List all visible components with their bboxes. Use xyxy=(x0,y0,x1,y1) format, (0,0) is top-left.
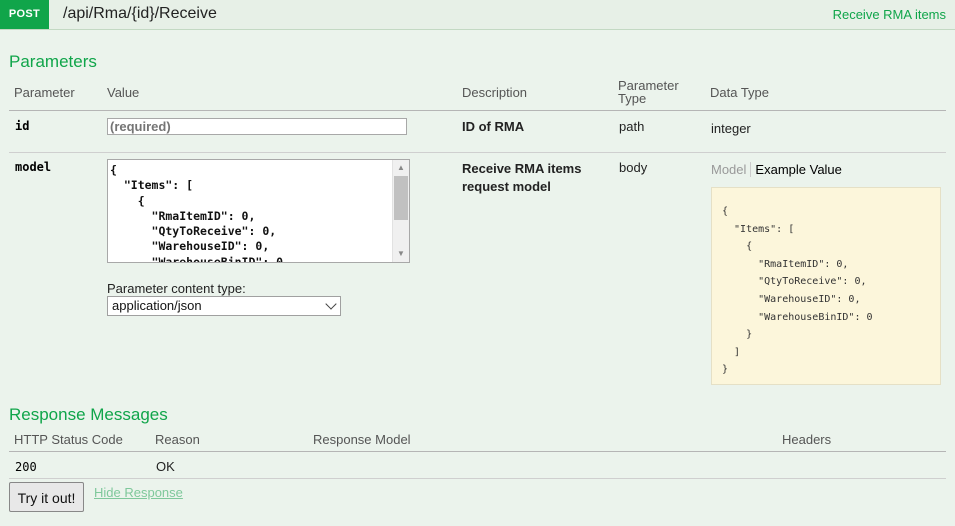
parameters-title: Parameters xyxy=(9,52,97,71)
response-status-code: 200 xyxy=(15,460,37,474)
chevron-down-icon xyxy=(325,298,337,310)
scrollbar-thumb[interactable] xyxy=(394,176,408,220)
operation-header[interactable]: POST /api/Rma/{id}/Receive Receive RMA i… xyxy=(0,0,955,30)
col-response-model: Response Model xyxy=(313,432,411,447)
scroll-up-arrow-icon[interactable]: ▲ xyxy=(393,160,409,176)
try-it-out-button[interactable]: Try it out! xyxy=(9,482,84,512)
tab-model[interactable]: Model xyxy=(711,162,746,177)
col-data-type: Data Type xyxy=(710,85,770,100)
operation-summary-link[interactable]: Receive RMA items xyxy=(833,7,946,22)
param-description-id: ID of RMA xyxy=(462,119,525,134)
param-type-id: path xyxy=(619,119,645,134)
header-divider xyxy=(9,110,946,111)
scroll-down-arrow-icon[interactable]: ▼ xyxy=(393,246,409,262)
hide-response-link[interactable]: Hide Response xyxy=(94,485,183,500)
model-body-text[interactable]: { "Items": [ { "RmaItemID": 0, "QtyToRec… xyxy=(108,160,409,262)
http-method-badge: POST xyxy=(0,0,49,29)
model-signature-tabs: Model Example Value xyxy=(711,162,842,177)
param-name-id: id xyxy=(15,119,30,133)
content-type-value: application/json xyxy=(112,298,202,313)
response-header-divider xyxy=(9,451,946,452)
col-reason: Reason xyxy=(155,432,200,447)
param-name-model: model xyxy=(15,160,52,174)
col-value: Value xyxy=(107,85,140,100)
example-value-box[interactable]: { "Items": [ { "RmaItemID": 0, "QtyToRec… xyxy=(711,187,941,385)
content-type-select[interactable]: application/json xyxy=(107,296,341,316)
col-headers: Headers xyxy=(782,432,832,447)
param-description-model: Receive RMA items request model xyxy=(462,160,581,196)
tab-example-value[interactable]: Example Value xyxy=(750,162,842,177)
row-divider xyxy=(9,152,946,153)
param-description-model-line2: request model xyxy=(462,179,551,194)
response-reason: OK xyxy=(156,459,175,474)
data-type-id: integer xyxy=(711,121,751,136)
col-parameter: Parameter xyxy=(14,85,75,100)
param-type-model: body xyxy=(619,160,648,175)
col-parameter-type: Parameter Type xyxy=(618,79,679,105)
response-row-divider xyxy=(9,478,946,479)
col-http-status: HTTP Status Code xyxy=(14,432,123,447)
col-parameter-type-line2: Type xyxy=(618,91,647,106)
content-type-label: Parameter content type: xyxy=(107,281,246,296)
col-description: Description xyxy=(462,85,528,100)
param-description-model-line1: Receive RMA items xyxy=(462,161,582,176)
endpoint-path[interactable]: /api/Rma/{id}/Receive xyxy=(63,5,217,23)
textarea-scrollbar[interactable]: ▲ ▼ xyxy=(392,160,409,262)
response-messages-title: Response Messages xyxy=(9,405,168,424)
model-body-textarea[interactable]: { "Items": [ { "RmaItemID": 0, "QtyToRec… xyxy=(107,159,410,263)
example-value-text[interactable]: { "Items": [ { "RmaItemID": 0, "QtyToRec… xyxy=(712,188,940,379)
id-input[interactable] xyxy=(107,118,407,135)
